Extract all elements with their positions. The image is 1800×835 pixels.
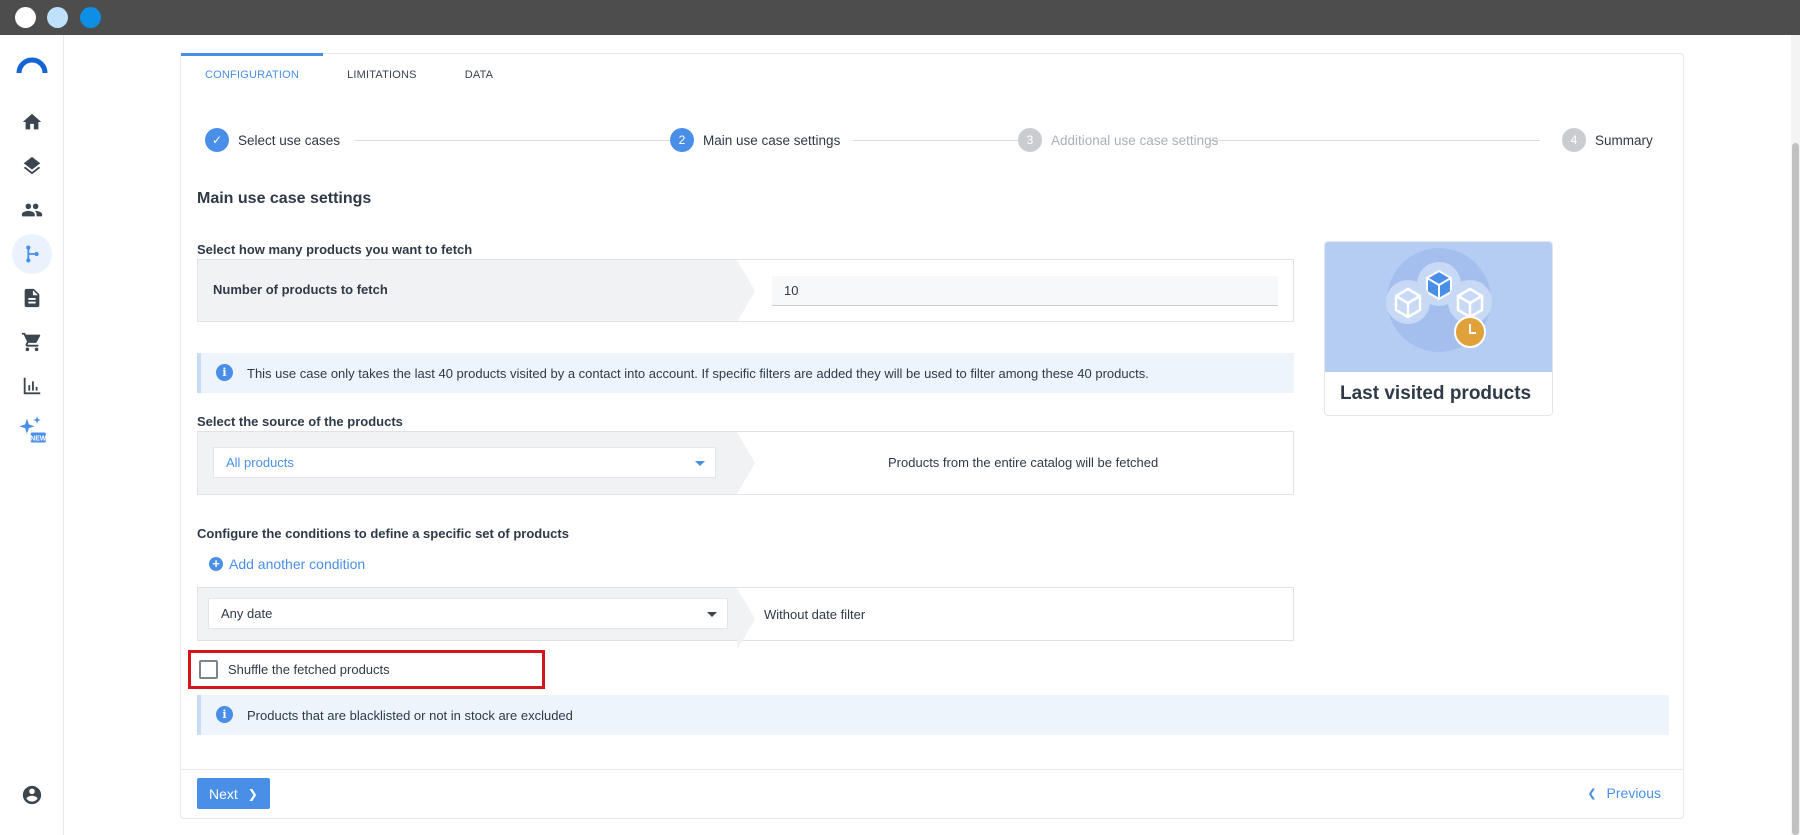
info-icon: i xyxy=(216,364,233,381)
new-badge: NEW xyxy=(30,436,47,443)
window-close-button[interactable] xyxy=(15,7,36,28)
previous-button[interactable]: ❮ Previous xyxy=(1587,785,1661,801)
brand-logo[interactable] xyxy=(16,55,48,75)
step-number: 4 xyxy=(1562,128,1586,152)
add-condition-button[interactable]: + Add another condition xyxy=(209,556,365,572)
sidebar-item-layers[interactable] xyxy=(12,146,52,186)
window-titlebar xyxy=(0,0,1800,35)
source-select-value: All products xyxy=(226,455,294,470)
progress-stepper: ✓ Select use cases 2 Main use case setti… xyxy=(205,126,1661,154)
conditions-label: Configure the conditions to define a spe… xyxy=(197,526,569,541)
sidebar-item-ecommerce[interactable] xyxy=(12,322,52,362)
source-label: Select the source of the products xyxy=(197,414,403,429)
shuffle-checkbox[interactable] xyxy=(199,660,218,679)
source-select[interactable]: All products xyxy=(213,447,716,478)
stepper-connector xyxy=(853,140,1021,141)
info-banner-visited: i This use case only takes the last 40 p… xyxy=(197,353,1294,393)
stepper-connector xyxy=(1209,140,1540,141)
layers-icon xyxy=(23,156,41,175)
step-main-settings[interactable]: 2 Main use case settings xyxy=(670,126,840,154)
tab-bar: CONFIGURATION LIMITATIONS DATA xyxy=(181,53,518,96)
chevron-down-icon xyxy=(695,460,705,466)
sidebar-item-automation[interactable] xyxy=(12,234,52,274)
row-select-panel: All products xyxy=(198,432,755,494)
row-label-panel: Number of products to fetch xyxy=(198,260,755,322)
scrollbar-thumb[interactable] xyxy=(1792,143,1799,835)
document-icon xyxy=(24,288,40,308)
step-select-use-cases[interactable]: ✓ Select use cases xyxy=(205,126,340,154)
home-icon xyxy=(22,113,42,130)
check-icon: ✓ xyxy=(205,128,229,152)
page-scrollbar[interactable] xyxy=(1791,35,1800,835)
sidebar-item-contacts[interactable] xyxy=(12,190,52,230)
fetch-count-row: Number of products to fetch xyxy=(197,259,1294,322)
shuffle-option-highlight: Shuffle the fetched products xyxy=(188,650,545,689)
fetch-count-label: Select how many products you want to fet… xyxy=(197,242,473,257)
sidebar-item-reports[interactable] xyxy=(12,366,52,406)
shuffle-label[interactable]: Shuffle the fetched products xyxy=(228,662,390,677)
use-case-preview-card: Last visited products xyxy=(1324,241,1553,416)
previous-label: Previous xyxy=(1606,785,1661,801)
step-label: Summary xyxy=(1595,132,1653,148)
step-additional-settings[interactable]: 3 Additional use case settings xyxy=(1018,126,1218,154)
sparkles-new-icon: NEW xyxy=(19,416,47,443)
footer-divider xyxy=(181,769,1683,770)
section-title: Main use case settings xyxy=(197,190,372,207)
bar-chart-icon xyxy=(23,377,41,395)
people-icon xyxy=(21,203,43,217)
chevron-left-icon: ❮ xyxy=(1587,787,1597,800)
info-icon: i xyxy=(216,706,233,723)
cart-icon xyxy=(21,332,41,352)
stepper-connector xyxy=(355,140,672,141)
step-label: Main use case settings xyxy=(703,132,841,148)
sidebar-item-account[interactable] xyxy=(12,775,52,815)
sidebar-item-templates[interactable] xyxy=(12,278,52,318)
tab-limitations[interactable]: LIMITATIONS xyxy=(323,54,441,96)
chevron-down-icon xyxy=(707,611,717,617)
next-label: Next xyxy=(209,785,238,802)
info-text: This use case only takes the last 40 pro… xyxy=(247,366,1149,381)
chevron-right-icon: ❯ xyxy=(247,786,258,801)
tab-data[interactable]: DATA xyxy=(441,54,518,96)
step-summary[interactable]: 4 Summary xyxy=(1562,126,1653,154)
date-filter-select[interactable]: Any date xyxy=(208,598,728,629)
step-number: 3 xyxy=(1018,128,1042,152)
fetch-count-input[interactable] xyxy=(772,276,1278,306)
sidebar-item-home[interactable] xyxy=(12,102,52,142)
fetch-count-row-label: Number of products to fetch xyxy=(213,282,388,297)
step-label: Additional use case settings xyxy=(1051,132,1219,148)
window-minimize-button[interactable] xyxy=(47,7,68,28)
scenario-branch-icon xyxy=(26,245,39,263)
plus-circle-icon: + xyxy=(209,557,223,571)
use-case-card: CONFIGURATION LIMITATIONS DATA ✓ Select … xyxy=(180,53,1684,819)
source-description: Products from the entire catalog will be… xyxy=(888,455,1159,470)
preview-title: Last visited products xyxy=(1340,383,1532,404)
account-circle-icon xyxy=(22,785,42,805)
info-text: Products that are blacklisted or not in … xyxy=(247,708,573,723)
step-label: Select use cases xyxy=(238,132,341,148)
sidebar: NEW xyxy=(0,35,64,835)
date-condition-row: Any date Without date filter xyxy=(197,587,1294,650)
preview-illustration xyxy=(1325,242,1552,372)
add-condition-label: Add another condition xyxy=(229,556,366,572)
info-banner-exclusions: i Products that are blacklisted or not i… xyxy=(197,695,1669,735)
tab-configuration[interactable]: CONFIGURATION xyxy=(181,53,324,96)
source-row: All products Products from the entire ca… xyxy=(197,431,1294,495)
sidebar-item-new-features[interactable]: NEW xyxy=(12,410,52,450)
row-select-panel: Any date xyxy=(198,588,755,650)
date-filter-value: Any date xyxy=(221,606,273,621)
window-maximize-button[interactable] xyxy=(80,7,101,28)
step-number: 2 xyxy=(670,128,694,152)
boxes-clock-illustration xyxy=(1386,248,1492,352)
next-button[interactable]: Next ❯ xyxy=(197,778,270,809)
date-filter-description: Without date filter xyxy=(764,607,866,622)
